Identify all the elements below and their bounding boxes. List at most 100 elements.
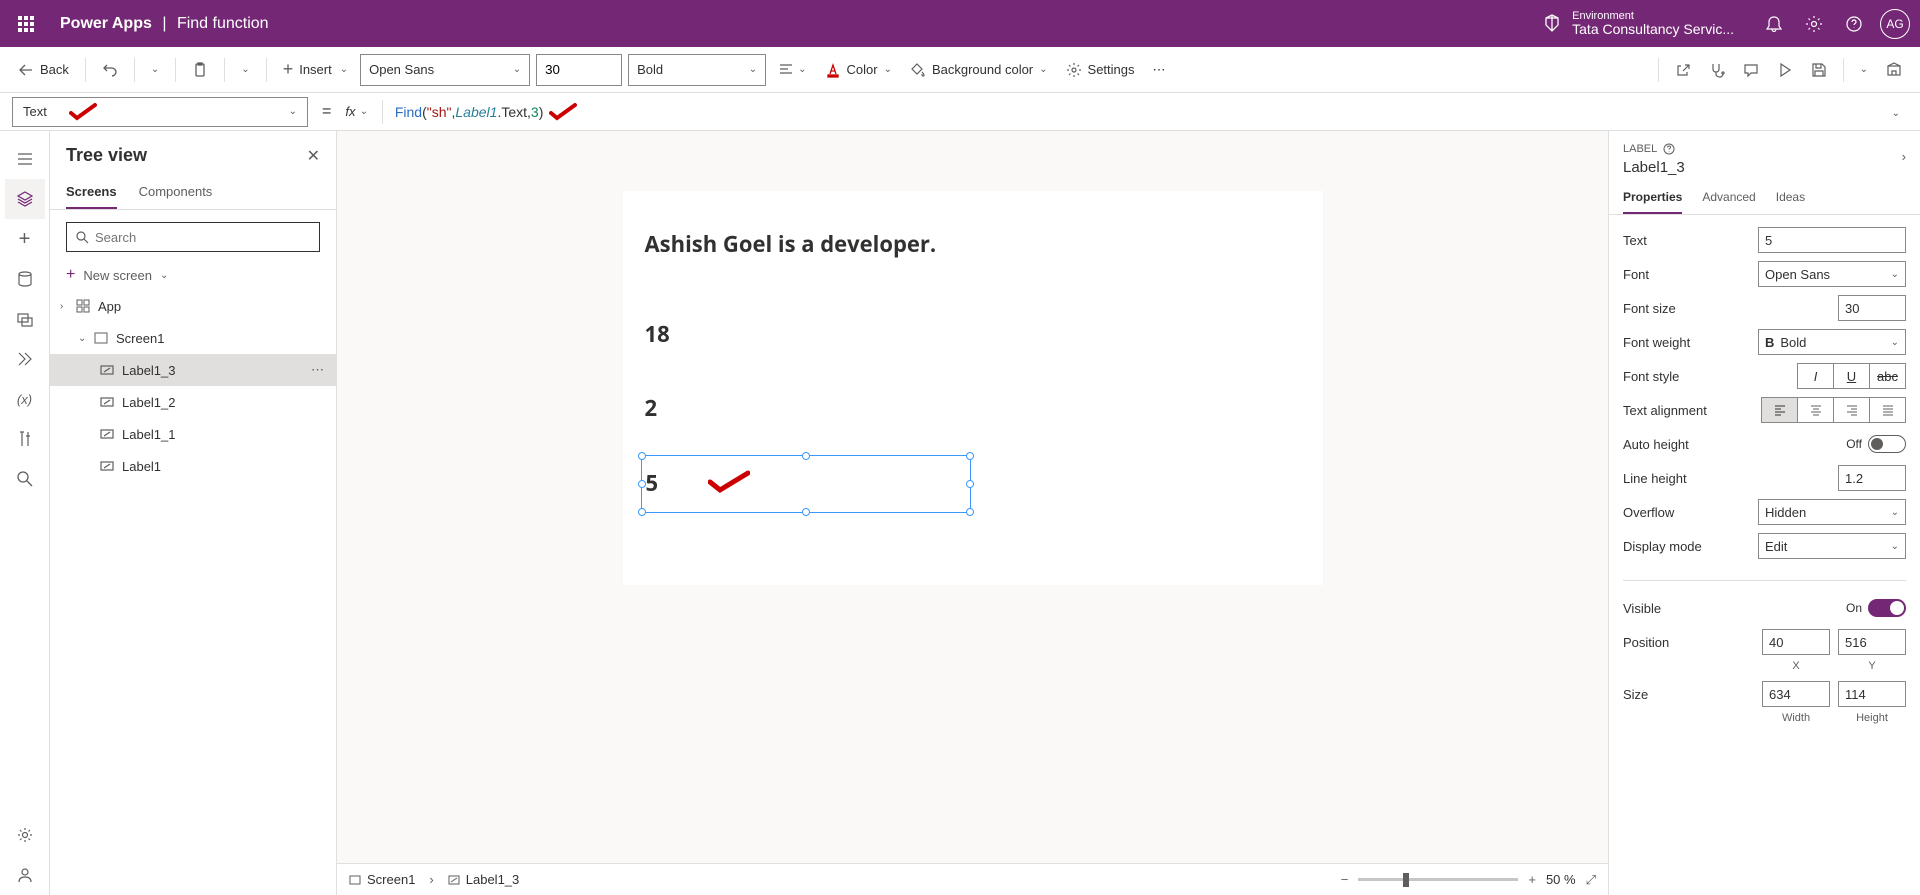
close-tree-button[interactable]: ✕ — [307, 146, 320, 166]
media-rail-button[interactable] — [5, 299, 45, 339]
underline-button[interactable]: U — [1833, 363, 1870, 389]
prop-overflow-select[interactable]: Hidden⌄ — [1758, 499, 1906, 525]
tree-item-label1[interactable]: Label1 — [50, 450, 336, 482]
font-select[interactable]: Open Sans ⌄ — [360, 54, 530, 86]
resize-handle[interactable] — [802, 452, 810, 460]
back-button[interactable]: Back — [12, 54, 75, 86]
fx-button[interactable]: fx ⌄ — [345, 104, 368, 119]
new-screen-button[interactable]: + New screen ⌄ — [50, 260, 336, 290]
bgcolor-button[interactable]: Background color ⌄ — [904, 54, 1054, 86]
tools-rail-button[interactable] — [5, 419, 45, 459]
resize-handle[interactable] — [638, 480, 646, 488]
tree-item-screen1[interactable]: ⌄ Screen1 — [50, 322, 336, 354]
comments-button[interactable] — [1737, 54, 1765, 86]
help-icon[interactable] — [1663, 143, 1675, 155]
resize-handle[interactable] — [966, 452, 974, 460]
environment-picker[interactable]: Environment Tata Consultancy Servic... — [1542, 10, 1734, 37]
tab-ideas[interactable]: Ideas — [1776, 182, 1805, 214]
paste-button[interactable] — [186, 54, 214, 86]
settings-button[interactable] — [1794, 4, 1834, 44]
font-size-input[interactable] — [536, 54, 622, 86]
undo-button[interactable] — [96, 54, 124, 86]
tree-item-label1-3[interactable]: Label1_3 ⋯ — [50, 354, 336, 386]
zoom-slider[interactable] — [1358, 878, 1518, 881]
italic-button[interactable]: I — [1797, 363, 1834, 389]
insert-button[interactable]: + Insert ⌄ — [277, 54, 354, 86]
tab-screens[interactable]: Screens — [66, 176, 117, 209]
align-justify-button[interactable] — [1869, 397, 1906, 423]
resize-handle[interactable] — [802, 508, 810, 516]
autoheight-toggle[interactable] — [1868, 435, 1906, 453]
canvas-label1[interactable]: Ashish Goel is a developer. — [645, 229, 937, 259]
canvas-label1-2[interactable]: 2 — [645, 393, 658, 423]
zoom-in-button[interactable]: + — [1528, 872, 1536, 887]
property-select[interactable]: Text ⌄ — [12, 97, 308, 127]
tab-properties[interactable]: Properties — [1623, 182, 1682, 214]
share-button[interactable] — [1669, 54, 1697, 86]
strike-button[interactable]: abc — [1869, 363, 1906, 389]
tree-item-app[interactable]: › App — [50, 290, 336, 322]
breadcrumb-screen[interactable]: Screen1 — [349, 872, 415, 887]
resize-handle[interactable] — [966, 508, 974, 516]
align-left-button[interactable] — [1761, 397, 1798, 423]
checker-button[interactable] — [1703, 54, 1731, 86]
hamburger-button[interactable] — [5, 139, 45, 179]
tree-view-button[interactable] — [5, 179, 45, 219]
prop-font-select[interactable]: Open Sans⌄ — [1758, 261, 1906, 287]
breadcrumb-item[interactable]: Label1_3 — [448, 872, 520, 887]
prop-displaymode-select[interactable]: Edit⌄ — [1758, 533, 1906, 559]
resize-handle[interactable] — [966, 480, 974, 488]
preview-button[interactable] — [1771, 54, 1799, 86]
save-dropdown[interactable]: ⌄ — [1854, 54, 1874, 86]
more-button[interactable]: ⋯ — [311, 362, 324, 378]
align-right-button[interactable] — [1833, 397, 1870, 423]
notifications-button[interactable] — [1754, 4, 1794, 44]
undo-dropdown[interactable]: ⌄ — [145, 54, 165, 86]
canvas-label1-3-selected[interactable]: 5 — [641, 455, 971, 513]
prop-fontweight-select[interactable]: BBold⌄ — [1758, 329, 1906, 355]
prop-width-input[interactable]: 634 — [1762, 681, 1830, 707]
settings-cmd-button[interactable]: Settings — [1060, 54, 1141, 86]
tab-advanced[interactable]: Advanced — [1702, 182, 1755, 214]
search-rail-button[interactable] — [5, 459, 45, 499]
save-button[interactable] — [1805, 54, 1833, 86]
settings-rail-button[interactable] — [5, 815, 45, 855]
expand-formula-button[interactable]: ⌄ — [1884, 104, 1908, 119]
zoom-out-button[interactable]: − — [1341, 872, 1349, 887]
screen1-canvas[interactable]: Ashish Goel is a developer. 18 2 5 — [623, 191, 1323, 585]
font-weight-select[interactable]: Bold ⌄ — [628, 54, 766, 86]
user-avatar[interactable]: AG — [1880, 9, 1910, 39]
collapse-button[interactable]: › — [1902, 149, 1906, 164]
resize-handle[interactable] — [638, 452, 646, 460]
virtual-agent-button[interactable] — [5, 855, 45, 895]
tree-item-label1-2[interactable]: Label1_2 — [50, 386, 336, 418]
help-button[interactable] — [1834, 4, 1874, 44]
publish-button[interactable] — [1880, 54, 1908, 86]
data-rail-button[interactable] — [5, 259, 45, 299]
prop-text-input[interactable]: 5 — [1758, 227, 1906, 253]
resize-handle[interactable] — [638, 508, 646, 516]
paste-dropdown[interactable]: ⌄ — [235, 54, 255, 86]
tree-search[interactable] — [66, 222, 320, 252]
flows-rail-button[interactable] — [5, 339, 45, 379]
fit-button[interactable]: ⤢ — [1586, 872, 1596, 888]
canvas-label1-1[interactable]: 18 — [645, 319, 670, 349]
align-button[interactable]: ⌄ — [772, 54, 812, 86]
waffle-button[interactable] — [10, 8, 42, 40]
tree-item-label1-1[interactable]: Label1_1 — [50, 418, 336, 450]
prop-fontsize-input[interactable]: 30 — [1838, 295, 1906, 321]
insert-rail-button[interactable]: + — [5, 219, 45, 259]
color-button[interactable]: Color ⌄ — [819, 54, 898, 86]
tree-search-input[interactable] — [95, 230, 311, 245]
prop-lineheight-input[interactable]: 1.2 — [1838, 465, 1906, 491]
visible-toggle[interactable] — [1868, 599, 1906, 617]
tab-components[interactable]: Components — [139, 176, 213, 209]
align-center-button[interactable] — [1797, 397, 1834, 423]
canvas[interactable]: Ashish Goel is a developer. 18 2 5 — [337, 131, 1608, 863]
prop-x-input[interactable]: 40 — [1762, 629, 1830, 655]
prop-height-input[interactable]: 114 — [1838, 681, 1906, 707]
prop-y-input[interactable]: 516 — [1838, 629, 1906, 655]
variables-rail-button[interactable]: (x) — [5, 379, 45, 419]
overflow-button[interactable]: ⋯ — [1147, 54, 1172, 86]
formula-input[interactable]: Find("sh", Label1.Text,3) — [387, 103, 1884, 121]
